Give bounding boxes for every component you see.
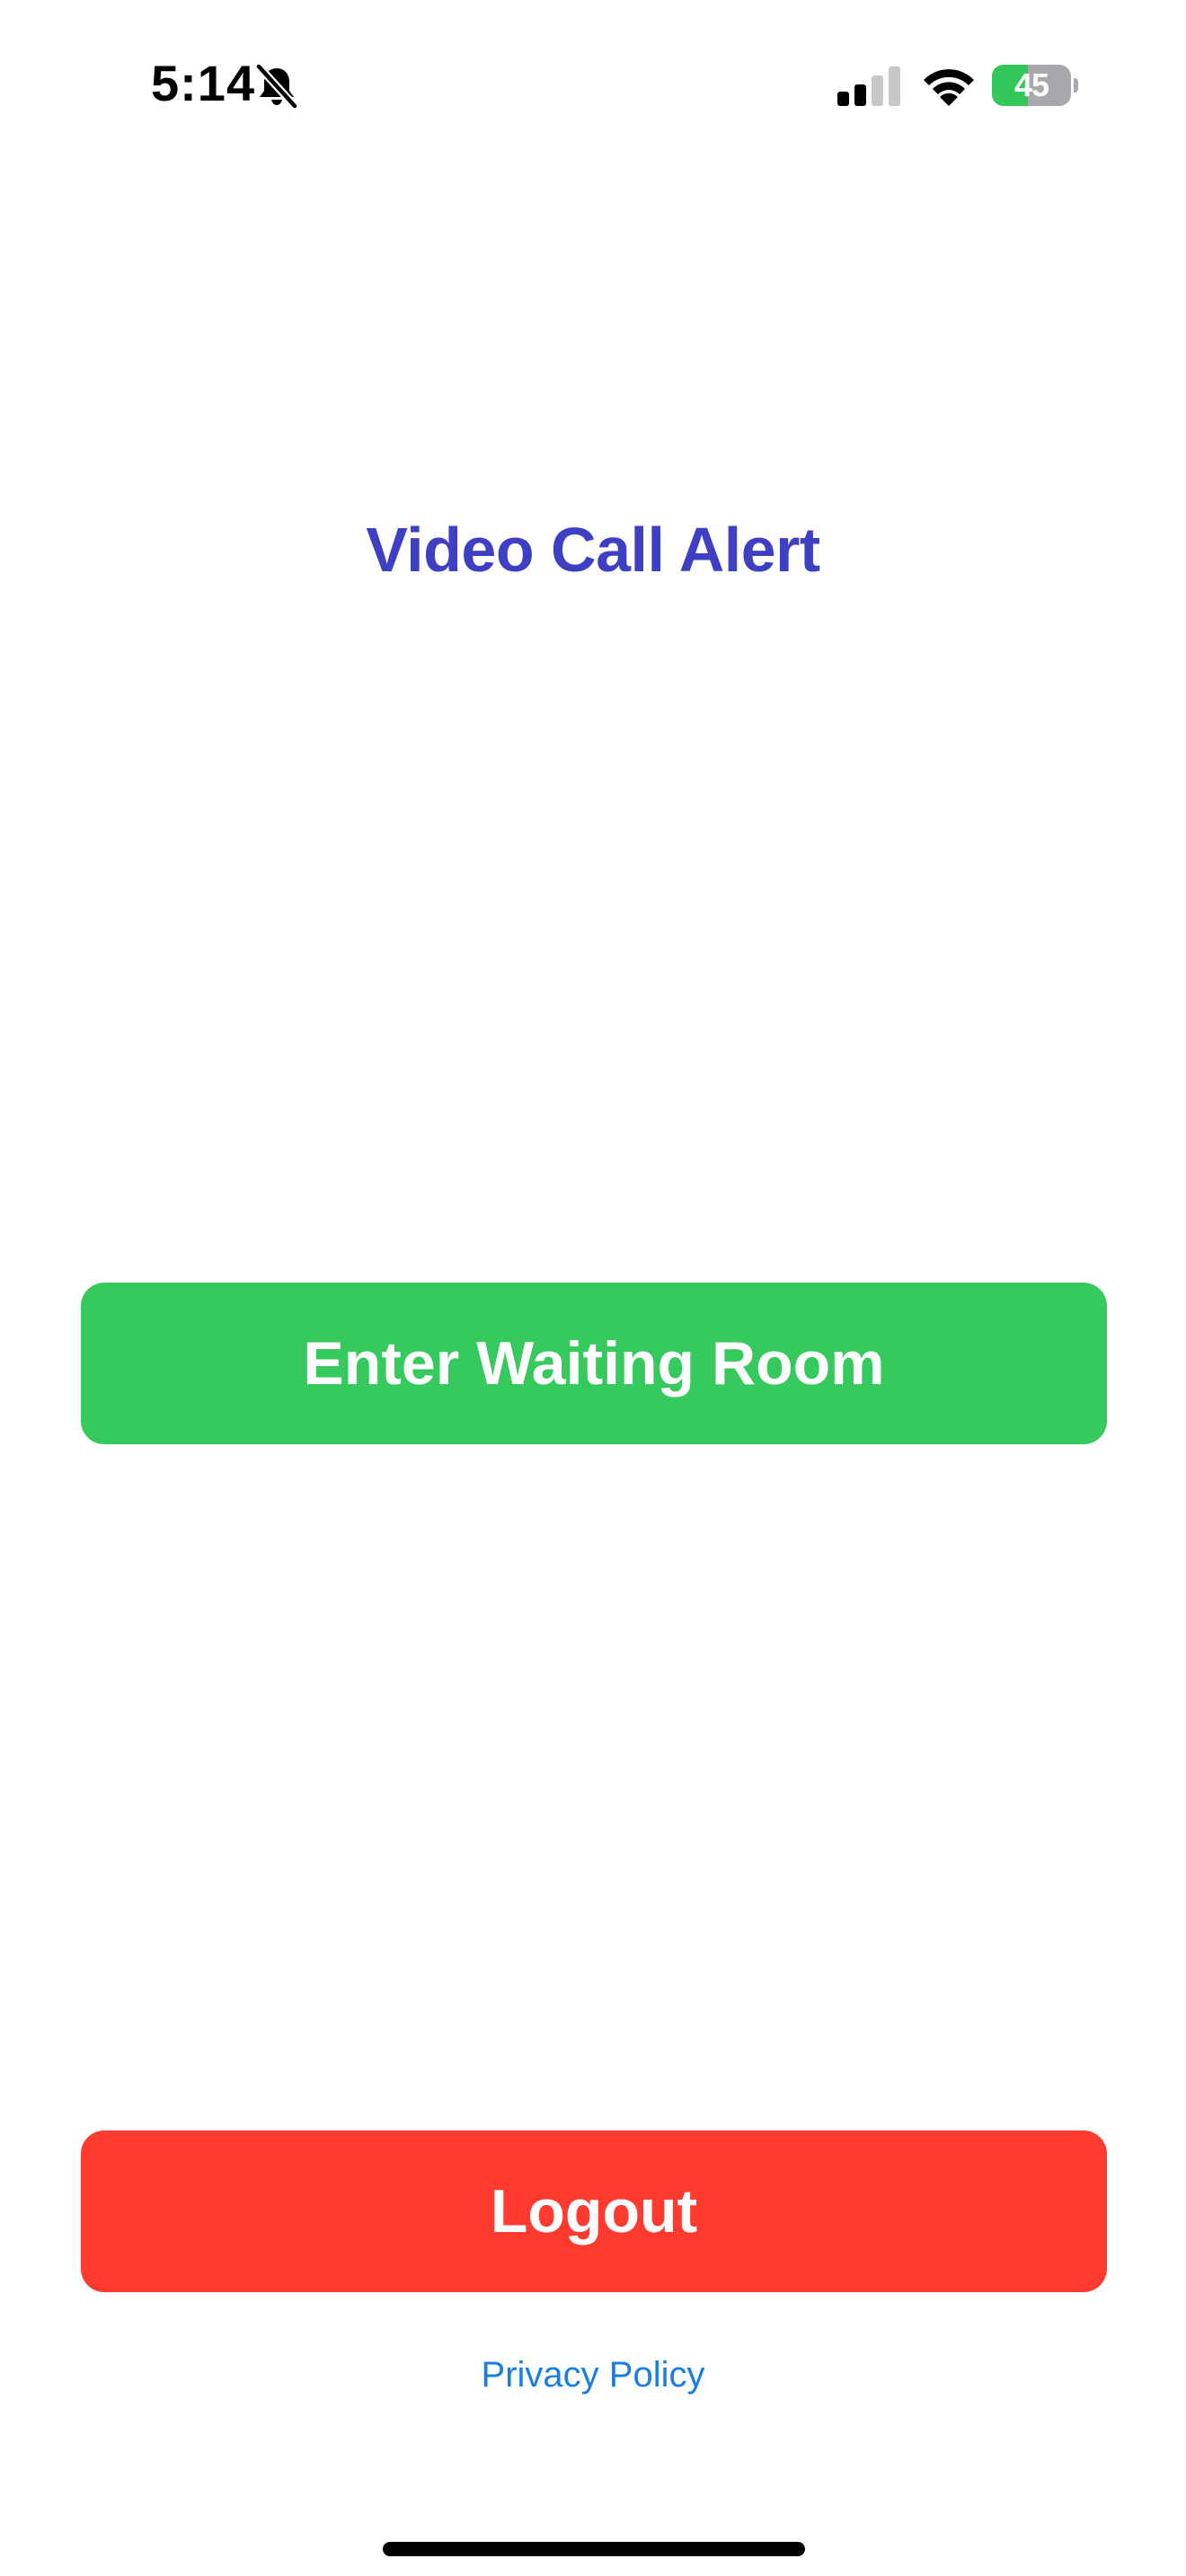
signal-bar	[872, 75, 883, 106]
signal-bar	[837, 92, 849, 106]
page-title: Video Call Alert	[366, 515, 820, 585]
status-time: 5:14	[151, 55, 256, 111]
status-bar: 5:14 45	[0, 0, 1186, 171]
cellular-signal-icon	[837, 66, 900, 106]
privacy-policy-link[interactable]: Privacy Policy	[0, 2355, 1186, 2395]
bell-slash-icon	[254, 63, 299, 110]
logout-button[interactable]: Logout	[81, 2130, 1107, 2292]
signal-bar	[854, 84, 866, 106]
enter-waiting-room-button[interactable]: Enter Waiting Room	[81, 1283, 1107, 1444]
battery-level: 45	[1013, 66, 1049, 103]
home-indicator	[383, 2542, 805, 2556]
wifi-icon	[924, 69, 974, 106]
signal-bar	[889, 66, 900, 106]
battery-charging-icon: 45	[992, 65, 1078, 106]
